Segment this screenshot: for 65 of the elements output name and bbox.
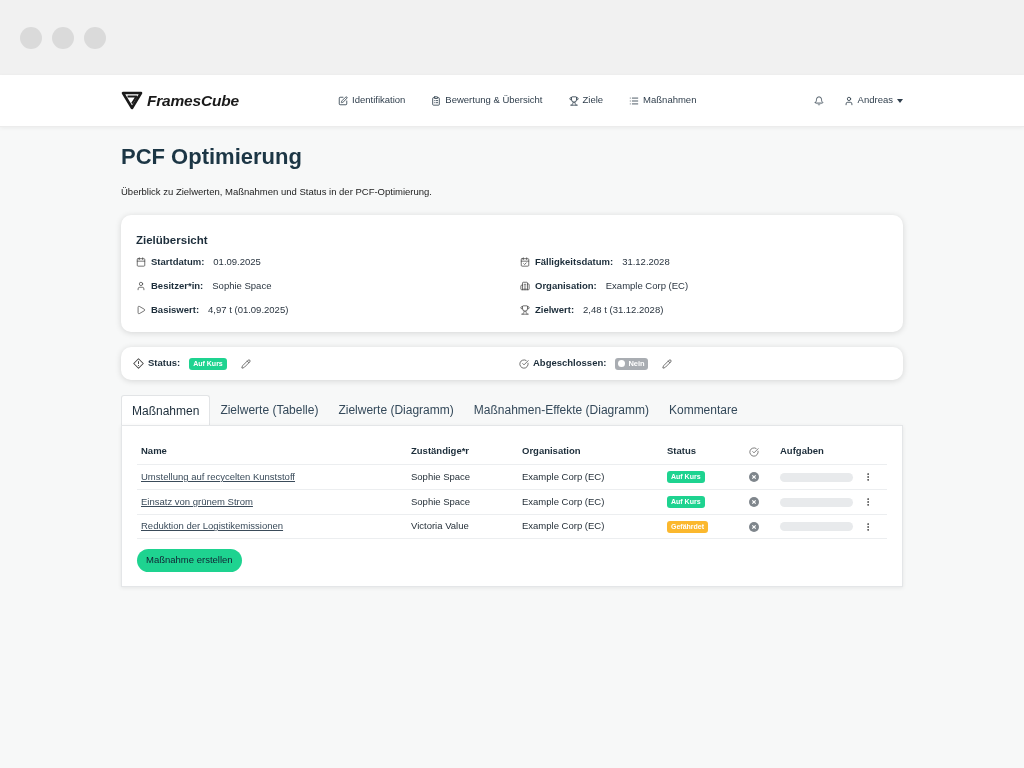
field-value: Sophie Space bbox=[212, 278, 272, 293]
column-header: Zuständige*r bbox=[410, 444, 470, 459]
tab[interactable]: Maßnahmen-Effekte (Diagramm) bbox=[463, 395, 659, 425]
tab[interactable]: Zielwerte (Diagramm) bbox=[328, 395, 464, 425]
tab[interactable]: Maßnahmen bbox=[121, 395, 211, 425]
field-label: Fälligkeitsdatum: bbox=[535, 254, 614, 269]
trophy-icon bbox=[568, 95, 579, 106]
table-cell-text: Example Corp (EC) bbox=[521, 519, 605, 534]
field-value: 31.12.2028 bbox=[622, 254, 670, 269]
column-header: Status bbox=[666, 444, 697, 459]
table-cell-text: Example Corp (EC) bbox=[521, 494, 605, 509]
page-title: PCF Optimierung bbox=[121, 143, 303, 171]
table-cell-text: Sophie Space bbox=[410, 494, 471, 509]
field-value: 2,48 t (31.12.2028) bbox=[583, 302, 664, 317]
check-circle-icon bbox=[519, 358, 529, 369]
measure-link[interactable]: Reduktion der Logistikemissionen bbox=[141, 520, 284, 532]
nav-link[interactable]: Bewertung & Übersicht bbox=[431, 93, 543, 108]
tab[interactable]: Kommentare bbox=[658, 395, 748, 425]
diamond-alert-icon bbox=[133, 358, 144, 369]
clipboard-icon bbox=[431, 95, 442, 106]
user-icon bbox=[136, 281, 146, 291]
field-value: 01.09.2025 bbox=[213, 254, 261, 269]
brand-name: FramesCube bbox=[147, 90, 239, 111]
field-label: Besitzer*in: bbox=[151, 278, 204, 293]
list-icon bbox=[629, 95, 640, 106]
pencil-icon bbox=[240, 358, 251, 369]
field-label: Startdatum: bbox=[151, 254, 205, 269]
status-label: Status: bbox=[148, 356, 181, 371]
field-label: Basiswert: bbox=[151, 302, 200, 317]
page-description: Überblick zu Zielwerten, Maßnahmen und Status in der PCF-Optimierung. bbox=[121, 186, 433, 198]
field-label: Zielwert: bbox=[535, 302, 575, 317]
edit-button[interactable] bbox=[240, 358, 251, 369]
field-label: Organisation: bbox=[535, 278, 597, 293]
nav-link[interactable]: Identifikation bbox=[338, 93, 406, 108]
completed-label: Abgeschlossen: bbox=[533, 356, 607, 371]
nav-link[interactable]: Maßnahmen bbox=[629, 93, 697, 108]
calendar-icon bbox=[136, 257, 146, 267]
create-measure-button[interactable]: Maßnahme erstellen bbox=[137, 549, 242, 572]
column-header: Aufgaben bbox=[779, 444, 824, 459]
field-value: Example Corp (EC) bbox=[605, 278, 689, 293]
table-cell-text: Victoria Value bbox=[410, 519, 469, 534]
toggle-knob-icon bbox=[618, 360, 626, 367]
check-circle-icon bbox=[749, 446, 759, 457]
table-cell-text: Example Corp (EC) bbox=[521, 469, 605, 484]
measure-link[interactable]: Umstellung auf recycelten Kunststoff bbox=[141, 470, 295, 482]
edit-button[interactable] bbox=[661, 358, 672, 369]
edit-icon bbox=[338, 95, 348, 106]
triangle-icon bbox=[136, 305, 146, 315]
user-icon bbox=[843, 95, 854, 106]
trophy-icon bbox=[520, 305, 530, 315]
building-icon bbox=[520, 281, 530, 291]
calendar-check-icon bbox=[520, 257, 530, 267]
field-value: 4,97 t (01.09.2025) bbox=[208, 302, 289, 317]
column-header: Name bbox=[140, 444, 167, 459]
caret-icon bbox=[897, 98, 903, 103]
table-cell-text: Sophie Space bbox=[410, 469, 471, 484]
pencil-icon bbox=[661, 358, 672, 369]
tab[interactable]: Zielwerte (Tabelle) bbox=[210, 395, 329, 425]
notification-bell-icon[interactable] bbox=[813, 95, 824, 106]
nav-link[interactable]: Ziele bbox=[568, 93, 604, 108]
logo-icon bbox=[121, 91, 143, 110]
column-header: Organisation bbox=[521, 444, 581, 459]
card-title: Zielübersicht bbox=[136, 233, 209, 247]
user-menu[interactable]: Andreas bbox=[843, 93, 903, 108]
measure-link[interactable]: Einsatz von grünem Strom bbox=[141, 495, 253, 507]
